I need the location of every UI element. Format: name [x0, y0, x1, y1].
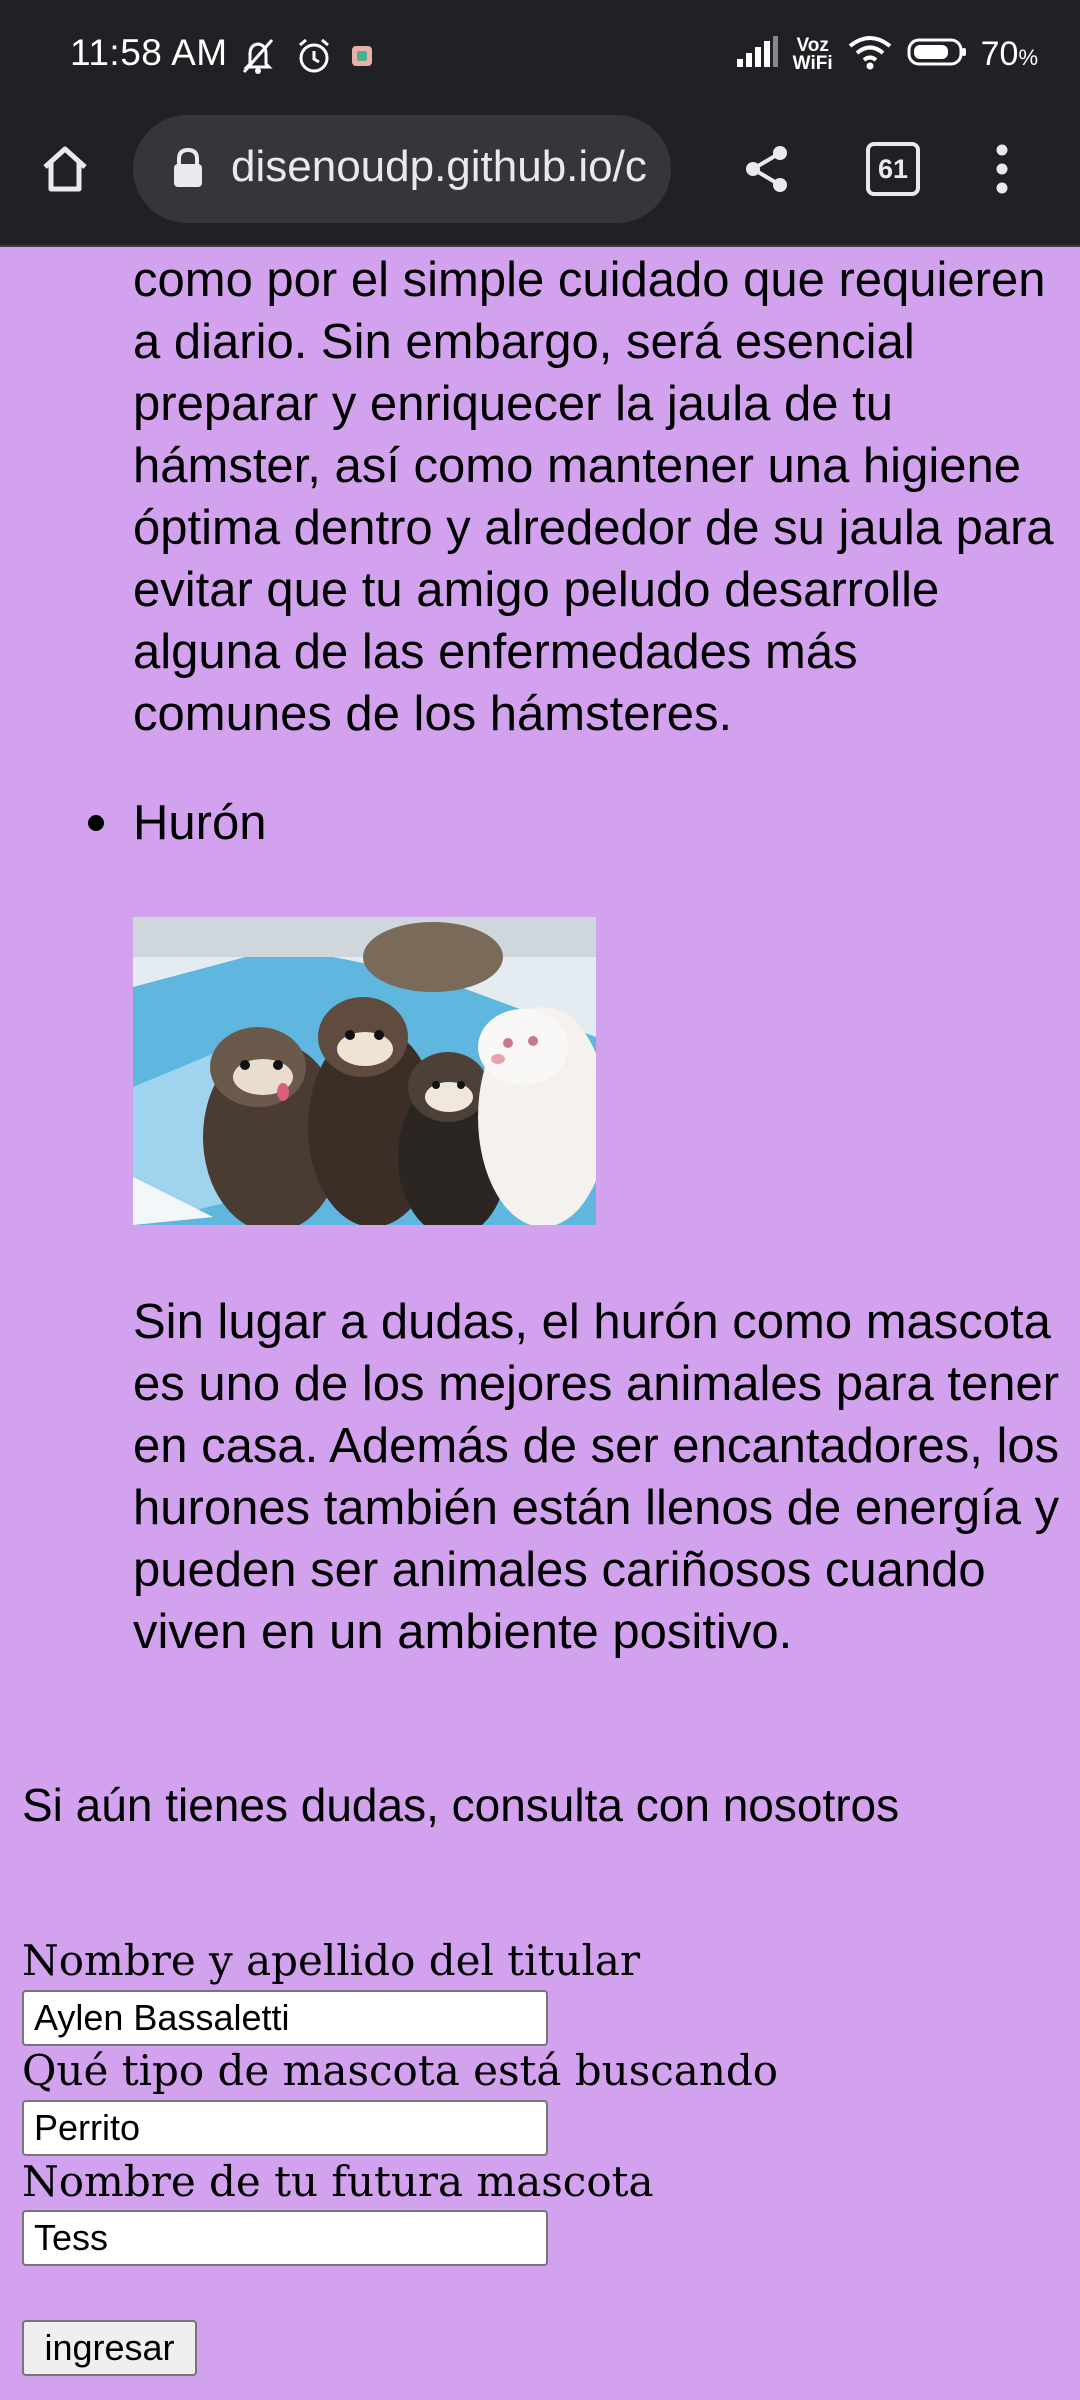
url-text: disenoudp.github.io/c [231, 142, 647, 191]
battery-icon [907, 37, 967, 72]
tab-switcher-button[interactable]: 61 [843, 115, 943, 223]
lock-icon [171, 147, 205, 194]
status-icons-right: Voz WiFi 70% [735, 34, 1038, 75]
vowifi-icon: Voz WiFi [792, 36, 833, 74]
list-bullet [88, 815, 104, 831]
share-icon [746, 146, 787, 192]
hamster-paragraph: como por el simple cuidado que requieren… [133, 253, 1054, 741]
tab-count: 61 [877, 153, 909, 184]
battery-unit: % [1018, 45, 1038, 70]
owner-name-input[interactable] [22, 1990, 548, 2046]
pet-name-input[interactable] [22, 2210, 548, 2266]
wifi-icon [847, 34, 893, 75]
address-bar[interactable]: disenoudp.github.io/c [133, 115, 671, 223]
status-bar: 11:58 AM Voz WiFi 70% [0, 0, 1080, 115]
battery-value: 70 [980, 35, 1019, 73]
signal-icon [735, 35, 779, 74]
ferret-paragraph: Sin lugar a dudas, el hurón como mascota… [133, 1295, 1060, 1659]
ferret-photo [133, 917, 596, 1225]
home-button[interactable] [15, 115, 115, 223]
battery-percentage: 70% [981, 35, 1038, 74]
owner-name-label: Nombre y apellido del titular [22, 1936, 641, 1985]
more-vert-icon [996, 144, 1008, 194]
app-notification-icon [350, 44, 374, 73]
status-icons-left [238, 36, 374, 81]
pet-name-label: Nombre de tu futura mascota [22, 2157, 654, 2206]
pet-type-label: Qué tipo de mascota está buscando [22, 2046, 779, 2095]
vowifi-bottom-label: WiFi [792, 52, 833, 74]
home-icon [43, 146, 87, 192]
browser-toolbar: disenoudp.github.io/c 61 [0, 115, 1080, 247]
status-time: 11:58 AM [70, 32, 228, 73]
consult-text: Si aún tienes dudas, consulta con nosotr… [22, 1779, 900, 1831]
share-button[interactable] [717, 115, 817, 223]
alarm-icon [294, 36, 334, 81]
submit-button[interactable]: ingresar [22, 2320, 197, 2376]
pet-type-input[interactable] [22, 2100, 548, 2156]
tabs-icon: 61 [866, 142, 920, 196]
mute-icon [238, 36, 278, 81]
ferret-list-item: Hurón [133, 796, 267, 850]
menu-button[interactable] [952, 115, 1052, 223]
